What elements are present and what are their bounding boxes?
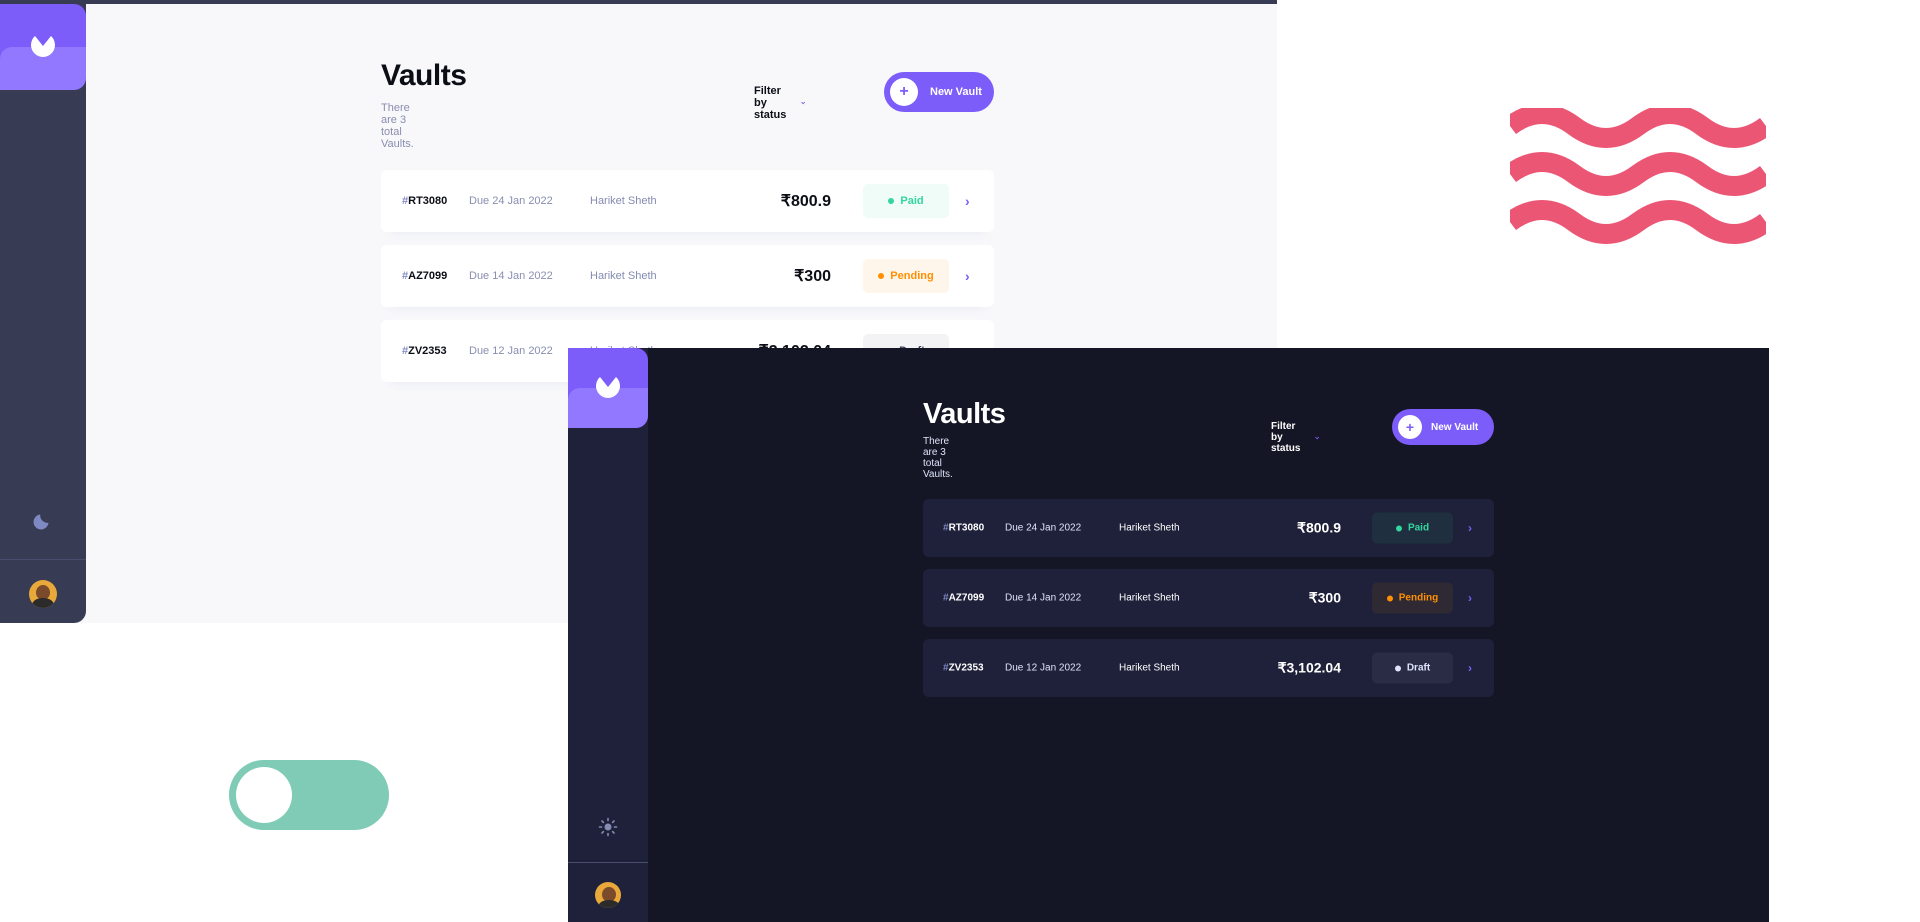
- page-subtitle: There are 3 total Vaults.: [923, 436, 953, 480]
- avatar[interactable]: [29, 580, 57, 608]
- sidebar: [568, 348, 648, 922]
- vault-due-date: Due 24 Jan 2022: [469, 195, 553, 207]
- chevron-right-icon[interactable]: ›: [1468, 591, 1472, 605]
- chevron-right-icon[interactable]: ›: [1468, 521, 1472, 535]
- status-badge-paid: Paid: [1372, 512, 1453, 544]
- logo[interactable]: [0, 4, 86, 90]
- logo-icon: [596, 377, 620, 398]
- vault-id: #AZ7099: [943, 592, 985, 604]
- chevron-right-icon[interactable]: ›: [965, 193, 970, 209]
- filter-by-status-dropdown[interactable]: Filter by status: [1271, 421, 1320, 454]
- new-vault-label: New Vault: [1431, 421, 1479, 433]
- plus-icon: +: [890, 78, 918, 106]
- sidebar: [0, 4, 86, 623]
- vault-amount: ₹800.9: [1297, 519, 1341, 536]
- vault-row[interactable]: #AZ7099 Due 14 Jan 2022 Hariket Sheth ₹3…: [381, 245, 994, 307]
- vault-row[interactable]: #RT3080 Due 24 Jan 2022 Hariket Sheth ₹8…: [381, 170, 994, 232]
- logo-icon: [31, 36, 55, 57]
- vault-due-date: Due 14 Jan 2022: [1005, 592, 1082, 604]
- moon-icon[interactable]: [33, 510, 53, 530]
- status-badge-pending: Pending: [1372, 582, 1453, 614]
- vault-amount: ₹3,102.04: [1277, 659, 1341, 676]
- chevron-down-icon: [801, 101, 806, 105]
- sidebar-divider: [568, 862, 648, 863]
- toggle-knob[interactable]: [236, 767, 292, 823]
- avatar[interactable]: [595, 882, 621, 908]
- vault-id: #ZV2353: [943, 662, 984, 674]
- vault-amount: ₹300: [1308, 589, 1341, 606]
- status-badge-paid: Paid: [863, 184, 949, 218]
- vault-due-date: Due 24 Jan 2022: [1005, 522, 1082, 534]
- vault-due-date: Due 12 Jan 2022: [469, 345, 553, 357]
- chevron-right-icon[interactable]: ›: [965, 268, 970, 284]
- logo[interactable]: [568, 348, 648, 428]
- status-badge-pending: Pending: [863, 259, 949, 293]
- vault-client-name: Hariket Sheth: [1119, 592, 1180, 604]
- sun-icon[interactable]: [598, 817, 618, 837]
- vault-amount: ₹800.9: [780, 193, 831, 210]
- vault-row[interactable]: #AZ7099 Due 14 Jan 2022 Hariket Sheth ₹3…: [923, 569, 1494, 627]
- vault-client-name: Hariket Sheth: [590, 195, 657, 207]
- vault-client-name: Hariket Sheth: [590, 270, 657, 282]
- vault-id: #RT3080: [402, 195, 448, 207]
- vault-row[interactable]: #ZV2353 Due 12 Jan 2022 Hariket Sheth ₹3…: [923, 639, 1494, 697]
- dark-theme-screen: Vaults There are 3 total Vaults. Filter …: [568, 348, 1769, 922]
- plus-icon: +: [1398, 415, 1422, 439]
- new-vault-button[interactable]: + New Vault: [884, 72, 994, 112]
- filter-label: Filter by status: [754, 85, 787, 121]
- sidebar-divider: [0, 559, 86, 560]
- vault-amount: ₹300: [794, 268, 831, 285]
- vault-id: #RT3080: [943, 522, 985, 534]
- filter-by-status-dropdown[interactable]: Filter by status: [754, 85, 806, 121]
- chevron-down-icon: [1315, 436, 1320, 439]
- theme-toggle-switch[interactable]: [229, 760, 389, 830]
- vault-due-date: Due 12 Jan 2022: [1005, 662, 1082, 674]
- showcase-canvas: Vaults There are 3 total Vaults. Filter …: [0, 0, 1920, 922]
- vault-id: #AZ7099: [402, 270, 448, 282]
- new-vault-button[interactable]: + New Vault: [1392, 409, 1494, 445]
- vault-due-date: Due 14 Jan 2022: [469, 270, 553, 282]
- new-vault-label: New Vault: [930, 86, 982, 98]
- vault-id: #ZV2353: [402, 345, 447, 357]
- vault-row[interactable]: #RT3080 Due 24 Jan 2022 Hariket Sheth ₹8…: [923, 499, 1494, 557]
- vault-client-name: Hariket Sheth: [1119, 662, 1180, 674]
- filter-label: Filter by status: [1271, 421, 1301, 454]
- page-title: Vaults: [381, 59, 467, 92]
- chevron-right-icon[interactable]: ›: [1468, 661, 1472, 675]
- waves-decoration-icon: [1510, 108, 1766, 244]
- status-badge-draft: Draft: [1372, 652, 1453, 684]
- vault-client-name: Hariket Sheth: [1119, 522, 1180, 534]
- page-title: Vaults: [923, 398, 1006, 430]
- page-subtitle: There are 3 total Vaults.: [381, 102, 414, 150]
